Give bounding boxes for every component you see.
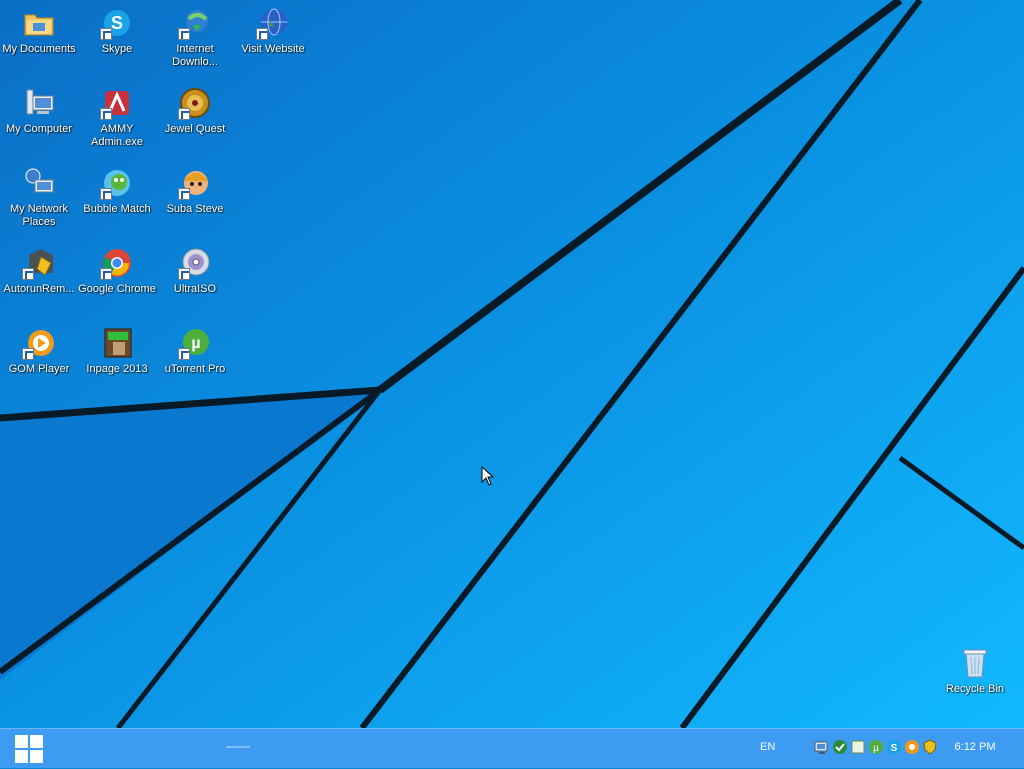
utorrent-icon[interactable]: µ	[868, 739, 884, 755]
desktop-icon-autorun-remover[interactable]: AutorunRem...	[0, 242, 78, 318]
shortcut-arrow-icon	[178, 188, 190, 200]
icon-label: Google Chrome	[78, 283, 156, 295]
clock[interactable]: 6:12 PM	[946, 741, 1004, 753]
icon-label: My Computer	[5, 123, 73, 135]
shortcut-arrow-icon	[178, 28, 190, 40]
mouse-cursor-icon	[481, 466, 495, 486]
svg-text:S: S	[111, 13, 123, 33]
chrome-icon	[100, 246, 134, 280]
gom-icon[interactable]	[904, 739, 920, 755]
shortcut-arrow-icon	[256, 28, 268, 40]
icon-label: My Network Places	[9, 203, 69, 228]
icon-label: Skype	[101, 43, 133, 55]
desktop-icon-utorrent-pro[interactable]: µ uTorrent Pro	[156, 322, 234, 398]
desktop-icon-ultraiso[interactable]: UltraISO	[156, 242, 234, 318]
svg-text:µ: µ	[191, 335, 200, 352]
recycle-bin-icon	[958, 646, 992, 680]
desktop-icon-ammy-admin[interactable]: AMMY Admin.exe	[78, 82, 156, 158]
ammy-admin-icon	[100, 86, 134, 120]
icon-label: Bubble Match	[83, 203, 151, 215]
desktop-icon-internet-download-manager[interactable]: Internet Downlo...	[156, 2, 234, 78]
antivirus-icon[interactable]	[922, 739, 938, 755]
desktop-icon-recycle-bin[interactable]: Recycle Bin	[936, 642, 1014, 718]
globe-download-icon	[178, 6, 212, 40]
gom-player-icon	[22, 326, 56, 360]
shortcut-arrow-icon	[22, 348, 34, 360]
shortcut-arrow-icon	[178, 348, 190, 360]
bubble-match-icon	[100, 166, 134, 200]
start-button[interactable]	[0, 729, 58, 769]
icon-label: UltraISO	[173, 283, 217, 295]
skype-icon: S	[100, 6, 134, 40]
desktop-icon-gom-player[interactable]: GOM Player	[0, 322, 78, 398]
shield-green-icon[interactable]	[832, 739, 848, 755]
icon-label: Suba Steve	[166, 203, 224, 215]
icon-label: Inpage 2013	[86, 363, 148, 375]
icon-label: Internet Downlo...	[172, 43, 218, 68]
svg-text:S: S	[891, 743, 898, 754]
skype-status-icon[interactable]: S	[886, 739, 902, 755]
shortcut-arrow-icon	[100, 188, 112, 200]
desktop-icon-google-chrome[interactable]: Google Chrome	[78, 242, 156, 318]
shortcut-arrow-icon	[100, 268, 112, 280]
autorun-remover-icon	[22, 246, 56, 280]
icon-label: GOM Player	[8, 363, 70, 375]
icon-label: AMMY Admin.exe	[91, 123, 143, 148]
icon-label: Jewel Quest	[164, 123, 226, 135]
shortcut-arrow-icon	[178, 268, 190, 280]
icon-label: uTorrent Pro	[164, 363, 226, 375]
system-tray: µ S	[814, 739, 938, 757]
disc-icon	[178, 246, 212, 280]
icon-label: Visit Website	[241, 43, 305, 55]
windows-logo-icon	[15, 735, 43, 763]
icon-label: Recycle Bin	[945, 683, 1005, 695]
desktop-icon-my-network-places[interactable]: My Network Places	[0, 162, 78, 238]
globe-icon	[256, 6, 290, 40]
language-indicator[interactable]: EN	[760, 741, 775, 753]
shortcut-arrow-icon	[178, 108, 190, 120]
notes-icon[interactable]	[850, 739, 866, 755]
svg-text:µ: µ	[873, 743, 879, 754]
desktop-icon-jewel-quest[interactable]: Jewel Quest	[156, 82, 234, 158]
inpage-icon	[100, 326, 134, 360]
desktop-icon-my-documents[interactable]: My Documents	[0, 2, 78, 78]
taskbar: EN µ S 6:12 PM	[0, 728, 1024, 768]
utorrent-icon: µ	[178, 326, 212, 360]
jewel-quest-icon	[178, 86, 212, 120]
shortcut-arrow-icon	[100, 108, 112, 120]
network-icon[interactable]	[814, 739, 830, 755]
computer-icon	[22, 86, 56, 120]
desktop-icon-skype[interactable]: S Skype	[78, 2, 156, 78]
suba-steve-icon	[178, 166, 212, 200]
shortcut-arrow-icon	[100, 28, 112, 40]
icon-label: My Documents	[2, 43, 76, 55]
shortcut-arrow-icon	[22, 268, 34, 280]
desktop-icon-visit-website[interactable]: Visit Website	[234, 2, 312, 78]
desktop-icon-inpage-2013[interactable]: Inpage 2013	[78, 322, 156, 398]
taskbar-divider	[226, 746, 250, 748]
folder-icon	[22, 6, 56, 40]
desktop-icon-bubble-match[interactable]: Bubble Match	[78, 162, 156, 238]
desktop-icon-my-computer[interactable]: My Computer	[0, 82, 78, 158]
desktop-icon-suba-steve[interactable]: Suba Steve	[156, 162, 234, 238]
icon-label: AutorunRem...	[3, 283, 75, 295]
network-places-icon	[22, 166, 56, 200]
